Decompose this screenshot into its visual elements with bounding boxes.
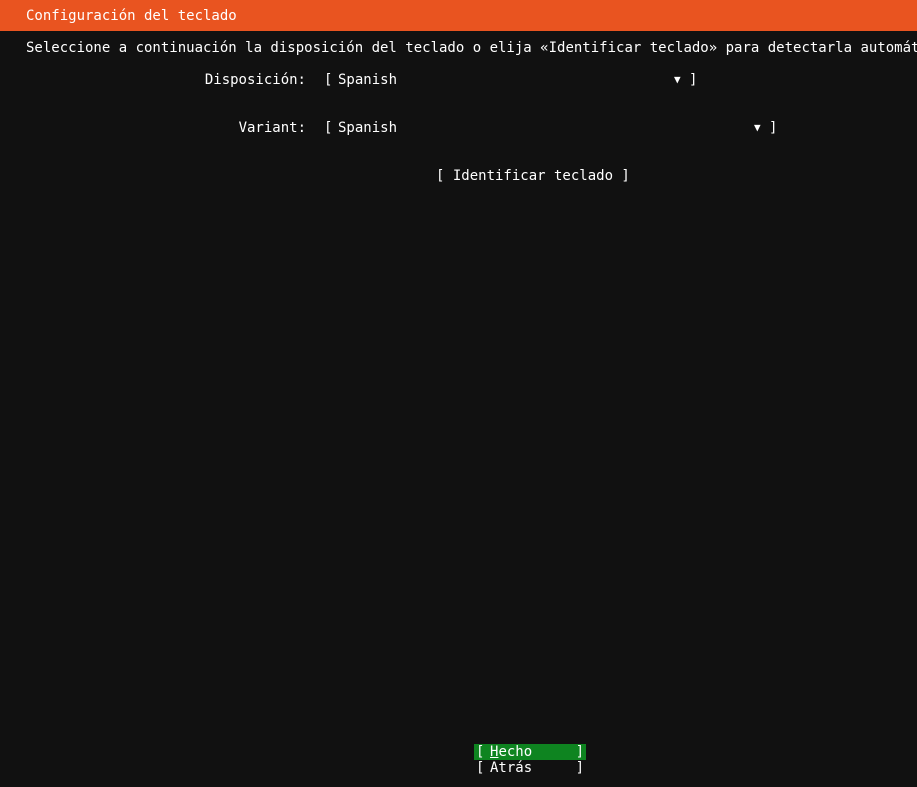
chevron-down-icon: ▼ (754, 121, 761, 134)
back-button-close-bracket: ] (575, 760, 584, 776)
chevron-down-icon: ▼ (674, 73, 681, 86)
variant-label: Variant: (238, 120, 306, 136)
done-button-close-bracket: ] (575, 744, 584, 760)
identify-keyboard-button[interactable]: [ Identificar teclado ] (436, 168, 630, 184)
layout-select[interactable]: [ Spanish ▼ ] (324, 72, 698, 88)
variant-select[interactable]: [ Spanish ▼ ] (324, 120, 778, 136)
done-button-open-bracket: [ (476, 744, 485, 760)
variant-select-value: Spanish (338, 120, 398, 136)
back-button-label: Atrás (490, 760, 533, 776)
variant-select-close-bracket: ] (769, 120, 778, 136)
back-button-open-bracket: [ (476, 760, 485, 776)
done-button-label: Hecho (490, 744, 533, 760)
layout-select-open-bracket: [ (324, 72, 333, 88)
instructions-text: Seleccione a continuación la disposición… (26, 40, 917, 56)
variant-select-open-bracket: [ (324, 120, 333, 136)
page-title: Configuración del teclado (26, 8, 237, 24)
done-button[interactable]: [ Hecho ] (474, 744, 586, 760)
back-button[interactable]: [ Atrás ] (474, 760, 586, 776)
layout-select-value: Spanish (338, 72, 398, 88)
layout-label: Disposición: (204, 72, 306, 88)
layout-select-close-bracket: ] (689, 72, 698, 88)
header-bar: Configuración del teclado (0, 0, 917, 31)
